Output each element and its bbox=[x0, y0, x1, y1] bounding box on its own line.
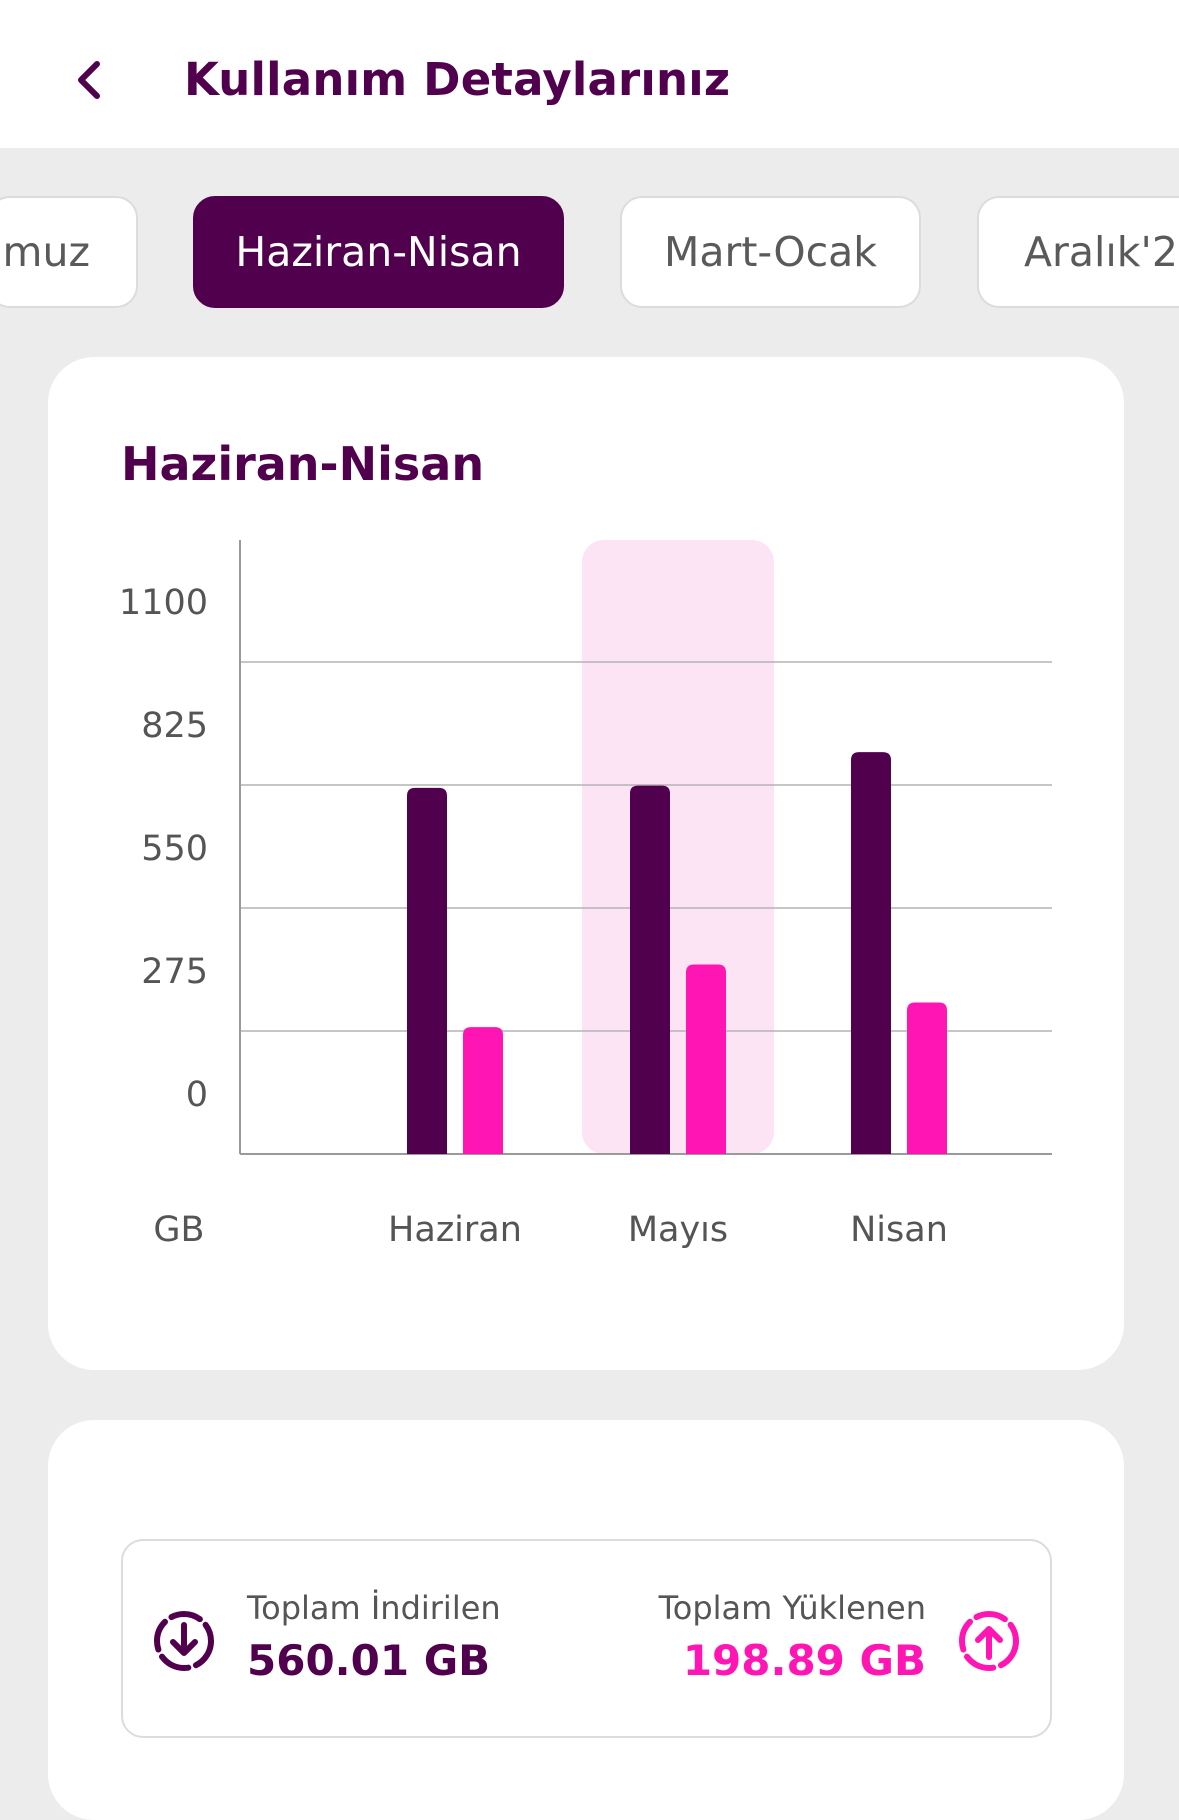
tab-haziran-nisan[interactable]: Haziran-Nisan bbox=[193, 196, 564, 308]
tab-mart-ocak[interactable]: Mart-Ocak bbox=[620, 196, 921, 308]
upload-value: 198.89 GB bbox=[682, 1636, 926, 1685]
chevron-left-icon bbox=[78, 61, 100, 99]
back-button[interactable] bbox=[66, 50, 110, 110]
tab-label: Aralık'25 bbox=[1024, 228, 1179, 276]
download-circle-icon bbox=[154, 1611, 214, 1671]
tab-label: Mart-Ocak bbox=[663, 228, 878, 276]
tab-temmuz[interactable]: mmuz bbox=[0, 196, 138, 308]
upload-label: Toplam Yüklenen bbox=[658, 1589, 926, 1627]
tab-label: mmuz bbox=[0, 228, 90, 276]
usage-summary-box: Toplam İndirilen 560.01 GB Toplam Yüklen… bbox=[121, 1539, 1052, 1738]
chart-card bbox=[48, 357, 1124, 1370]
tab-aralik[interactable]: Aralık'25 bbox=[977, 196, 1179, 308]
upload-circle-icon bbox=[959, 1611, 1019, 1671]
download-value: 560.01 GB bbox=[247, 1636, 491, 1685]
page-title: Kullanım Detaylarınız bbox=[184, 53, 731, 106]
download-label: Toplam İndirilen bbox=[247, 1589, 501, 1627]
top-bar: Kullanım Detaylarınız bbox=[0, 0, 1179, 148]
tab-label: Haziran-Nisan bbox=[235, 228, 522, 276]
chart-title: Haziran-Nisan bbox=[121, 437, 485, 491]
